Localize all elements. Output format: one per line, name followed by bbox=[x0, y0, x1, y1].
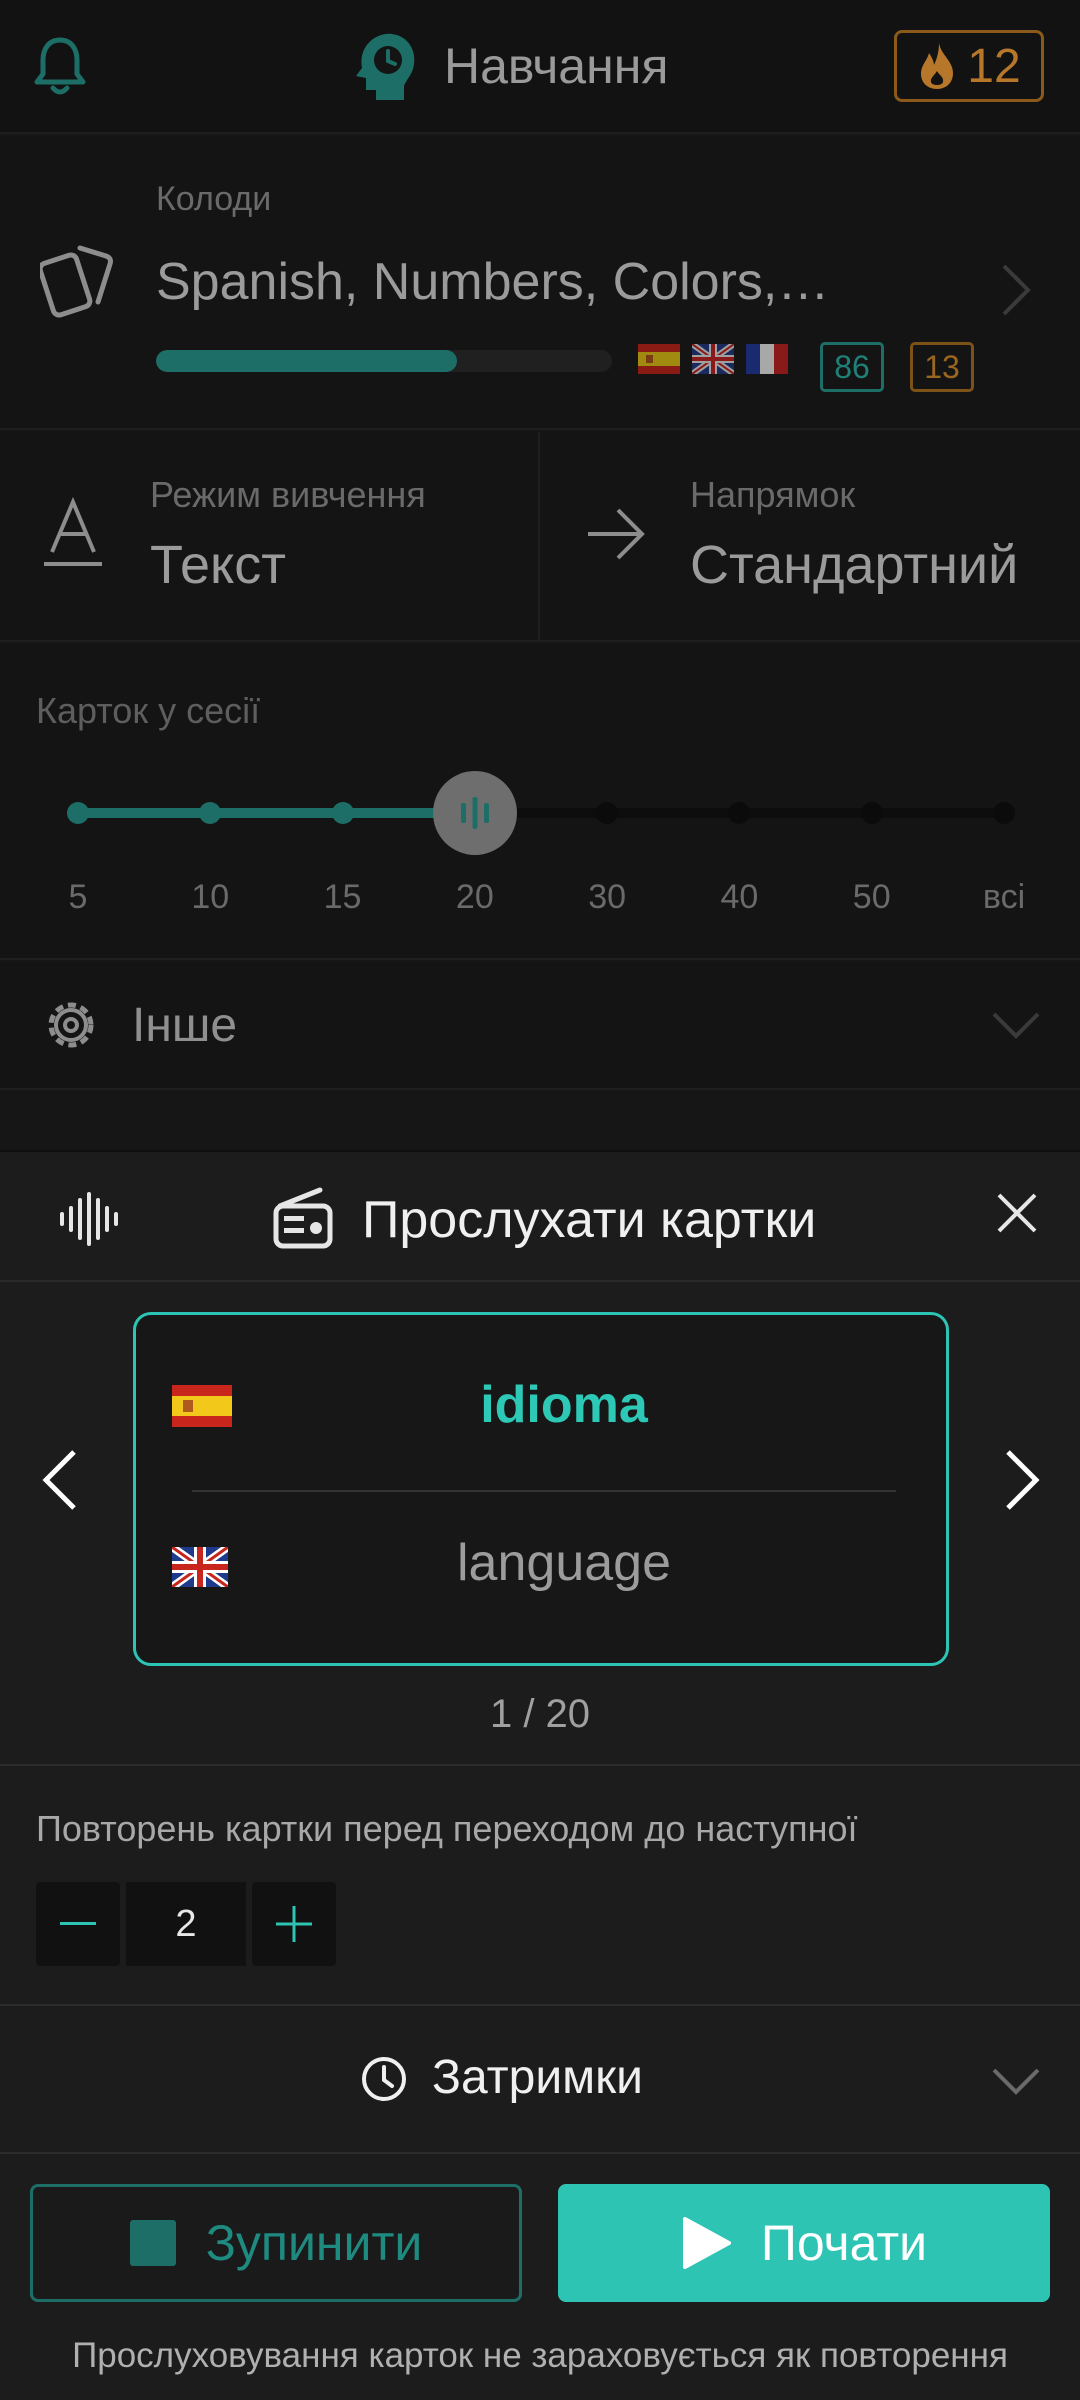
deck-flags bbox=[638, 344, 788, 374]
previous-card-button[interactable] bbox=[40, 1448, 80, 1512]
study-mode-value: Текст bbox=[150, 535, 286, 595]
other-settings-row[interactable]: Інше bbox=[0, 962, 1080, 1090]
session-size-row: Карток у сесії 5 10 15 20 30 40 50 всі bbox=[0, 644, 1080, 960]
audio-wave-icon[interactable] bbox=[58, 1192, 120, 1246]
flash-card: idioma language bbox=[133, 1312, 949, 1666]
decks-selection: Spanish, Numbers, Colors,… bbox=[156, 253, 830, 311]
slider-tick-label: 10 bbox=[191, 878, 230, 916]
divider bbox=[538, 432, 540, 642]
slider-tick-label: 15 bbox=[323, 878, 362, 916]
footnote-text: Прослуховування карток не зараховується … bbox=[72, 2336, 1008, 2375]
chevron-down-icon bbox=[992, 1012, 1040, 1039]
decks-row[interactable]: Колоди Spanish, Numbers, Colors,… 86 13 bbox=[0, 136, 1080, 430]
slider-stop-dot[interactable] bbox=[728, 802, 751, 824]
gear-icon bbox=[48, 1002, 94, 1048]
session-slider-fill bbox=[78, 808, 475, 818]
stop-icon bbox=[129, 2220, 176, 2266]
slider-stop-dot[interactable] bbox=[331, 802, 354, 824]
divider bbox=[0, 1764, 1080, 1766]
other-settings-label: Інше bbox=[132, 999, 238, 1052]
play-icon bbox=[682, 2217, 731, 2269]
increment-button[interactable] bbox=[252, 1882, 336, 1966]
start-button[interactable]: Почати bbox=[558, 2184, 1050, 2302]
cards-icon bbox=[40, 245, 113, 318]
study-mode-label: Режим вивчення bbox=[150, 474, 426, 515]
close-icon[interactable] bbox=[996, 1192, 1038, 1234]
slider-tick-label: 50 bbox=[852, 878, 891, 916]
gb-flag-icon bbox=[692, 344, 734, 374]
decks-progress-fill bbox=[156, 350, 457, 372]
es-flag-icon bbox=[638, 344, 680, 374]
repeat-count-value[interactable]: 2 bbox=[126, 1882, 246, 1966]
divider bbox=[0, 2152, 1080, 2154]
minus-icon bbox=[60, 1922, 96, 1925]
header-title-group: Навчання bbox=[352, 28, 668, 104]
slider-stop-dot[interactable] bbox=[199, 802, 222, 824]
top-bar: Навчання 12 bbox=[0, 0, 1080, 134]
stop-button-label: Зупинити bbox=[205, 2215, 423, 2271]
listen-cards-sheet: Прослухати картки idioma language 1 / 20… bbox=[0, 1152, 1080, 2400]
start-button-label: Почати bbox=[760, 2215, 928, 2271]
flame-icon bbox=[921, 43, 954, 89]
chevron-down-icon bbox=[992, 2068, 1040, 2095]
radio-icon bbox=[273, 1187, 333, 1249]
arrow-right-icon bbox=[588, 508, 645, 560]
chevron-right-icon bbox=[1002, 264, 1031, 316]
slider-tick-label: 30 bbox=[588, 878, 627, 916]
card-divider bbox=[192, 1490, 896, 1492]
decks-progress-bar bbox=[156, 350, 612, 372]
grip-icon bbox=[460, 797, 489, 829]
streak-badge[interactable]: 12 bbox=[894, 30, 1044, 102]
sheet-title: Прослухати картки bbox=[362, 1191, 817, 1249]
slider-stop-dot[interactable] bbox=[993, 802, 1015, 824]
direction-value: Стандартний bbox=[690, 535, 1019, 595]
session-slider-thumb[interactable] bbox=[432, 771, 517, 855]
next-card-button[interactable] bbox=[1002, 1448, 1042, 1512]
card-back-text: language bbox=[457, 1534, 671, 1592]
text-mode-icon bbox=[44, 496, 102, 566]
head-clock-icon bbox=[356, 33, 415, 100]
background-screen: Навчання 12 Колоди Spanish, Numbers, Col… bbox=[0, 0, 1080, 1150]
fr-flag-icon bbox=[746, 344, 788, 374]
repeat-count-label: Повторень картки перед переходом до наст… bbox=[36, 1808, 858, 1849]
card-front-text: idioma bbox=[480, 1376, 648, 1434]
stop-button[interactable]: Зупинити bbox=[30, 2184, 522, 2302]
slider-tick-label: 40 bbox=[720, 878, 759, 916]
slider-tick-label: 20 bbox=[455, 878, 494, 916]
decks-label: Колоди bbox=[156, 180, 272, 218]
mode-direction-row: Режим вивчення Текст Напрямок Стандартни… bbox=[0, 432, 1080, 642]
decrement-button[interactable] bbox=[36, 1882, 120, 1966]
bell-icon[interactable] bbox=[30, 34, 90, 98]
streak-count: 12 bbox=[967, 39, 1021, 93]
new-count-badge: 13 bbox=[910, 342, 974, 392]
page-title: Навчання bbox=[444, 38, 669, 94]
due-count-badge: 86 bbox=[820, 342, 884, 392]
direction-label: Напрямок bbox=[690, 474, 856, 515]
card-counter: 1 / 20 bbox=[489, 1692, 591, 1736]
plus-icon bbox=[276, 1906, 312, 1942]
slider-stop-dot[interactable] bbox=[860, 802, 883, 824]
slider-tick-label: всі bbox=[982, 878, 1026, 916]
slider-stop-dot[interactable] bbox=[67, 802, 89, 824]
sheet-header: Прослухати картки bbox=[0, 1152, 1080, 1282]
slider-stop-dot[interactable] bbox=[596, 802, 619, 824]
divider bbox=[0, 2004, 1080, 2006]
slider-tick-label: 5 bbox=[68, 878, 88, 916]
clock-icon bbox=[362, 2057, 406, 2101]
delays-label: Затримки bbox=[432, 2051, 643, 2104]
session-size-label: Карток у сесії bbox=[36, 690, 261, 731]
repeat-stepper: 2 bbox=[36, 1882, 336, 1966]
